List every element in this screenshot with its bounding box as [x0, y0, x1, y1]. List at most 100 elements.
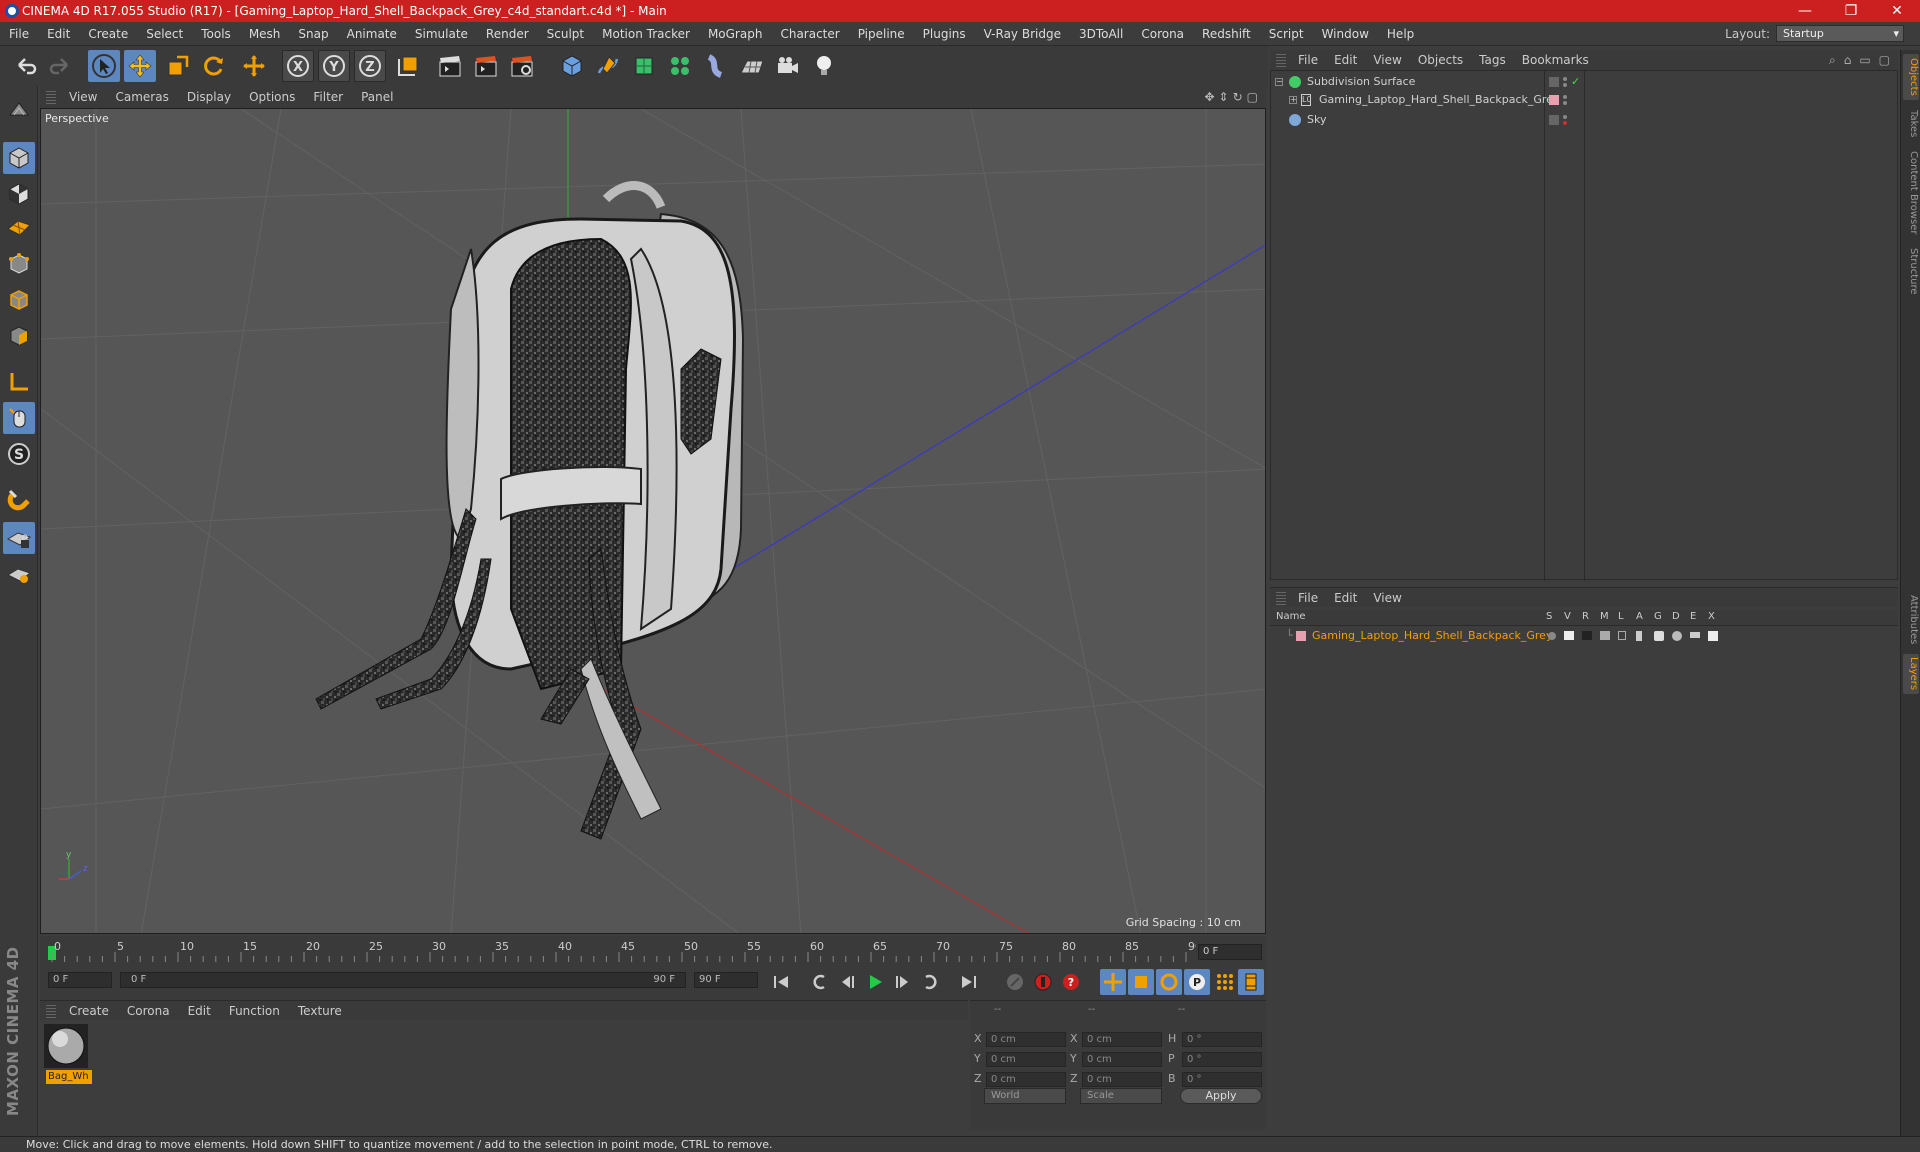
close-button[interactable]: ✕ — [1874, 0, 1920, 22]
coordinate-system-button[interactable] — [392, 50, 424, 82]
size-x-field[interactable]: 0 cm — [1082, 1032, 1162, 1047]
next-frame-button[interactable] — [890, 969, 916, 995]
rot-h-field[interactable]: 0 ° — [1182, 1032, 1262, 1047]
edges-mode-button[interactable] — [3, 284, 35, 316]
texture-mode-button[interactable] — [3, 178, 35, 210]
make-editable-button[interactable] — [3, 94, 35, 126]
apply-button[interactable]: Apply — [1180, 1088, 1262, 1104]
render-settings-button[interactable] — [506, 50, 538, 82]
key-position-button[interactable] — [1100, 969, 1126, 995]
layer-xref-icon[interactable] — [1708, 631, 1718, 641]
record-keys-button[interactable] — [1002, 969, 1028, 995]
redo-button[interactable] — [44, 50, 76, 82]
menu-render[interactable]: Render — [477, 27, 538, 41]
home-icon[interactable]: ⌂ — [1844, 53, 1852, 68]
visibility-render-dot[interactable] — [1563, 83, 1567, 87]
frame-range-slider[interactable]: 0 F 90 F — [120, 972, 686, 988]
polygons-mode-button[interactable] — [3, 320, 35, 352]
start-frame-field[interactable]: 0 F — [48, 972, 112, 988]
transform-mode-dropdown[interactable]: Scale — [1080, 1088, 1162, 1104]
timeline-window-button[interactable] — [1238, 969, 1264, 995]
snap-button[interactable]: S — [3, 438, 35, 470]
add-light-button[interactable] — [808, 50, 840, 82]
layer-tag-icon[interactable] — [1549, 115, 1559, 125]
layer-animation-icon[interactable] — [1636, 631, 1642, 641]
locked-workplane-button[interactable] — [3, 522, 35, 554]
object-row-backpack[interactable]: + L0 Gaming_Laptop_Hard_Shell_Backpack_G… — [1271, 91, 1898, 109]
frame-ruler[interactable]: 0 5 10 15 20 25 30 35 40 45 50 55 60 65 70 75 80 85 90 — [48, 938, 1196, 964]
add-spline-button[interactable] — [592, 50, 624, 82]
end-frame-field[interactable]: 90 F — [694, 972, 758, 988]
axis-mode-button[interactable] — [3, 366, 35, 398]
points-mode-button[interactable] — [3, 248, 35, 280]
maximize-view-icon[interactable]: ▢ — [1247, 90, 1258, 104]
key-scale-button[interactable] — [1128, 969, 1154, 995]
layer-menu-file[interactable]: File — [1290, 591, 1326, 605]
key-parameter-button[interactable]: P — [1184, 969, 1210, 995]
rotate-tool-button[interactable] — [198, 50, 230, 82]
menu-pipeline[interactable]: Pipeline — [849, 27, 914, 41]
timeline-ruler[interactable]: 0 5 10 15 20 25 30 35 40 45 50 55 60 65 70 75 80 85 90 0 F — [40, 936, 1266, 966]
pos-x-field[interactable]: 0 cm — [986, 1032, 1066, 1047]
menu-mesh[interactable]: Mesh — [240, 27, 290, 41]
menu-help[interactable]: Help — [1378, 27, 1423, 41]
menu-create[interactable]: Create — [79, 27, 137, 41]
layer-visible-eye-icon[interactable] — [1564, 631, 1574, 640]
menu-vray-bridge[interactable]: V-Ray Bridge — [975, 27, 1070, 41]
model-mode-button[interactable] — [3, 142, 35, 174]
menu-script[interactable]: Script — [1260, 27, 1313, 41]
orbit-view-icon[interactable]: ↻ — [1233, 90, 1243, 104]
layer-generator-icon[interactable] — [1654, 631, 1664, 641]
menu-corona[interactable]: Corona — [1132, 27, 1193, 41]
collapse-toggle-icon[interactable]: − — [1275, 78, 1283, 86]
scale-tool-button[interactable] — [162, 50, 194, 82]
material-menu-corona[interactable]: Corona — [118, 1004, 179, 1018]
menu-simulate[interactable]: Simulate — [406, 27, 477, 41]
y-axis-lock-button[interactable]: Y — [318, 50, 350, 82]
layer-row[interactable]: └ Gaming_Laptop_Hard_Shell_Backpack_Grey — [1270, 628, 1897, 644]
go-to-end-button[interactable] — [956, 969, 982, 995]
viewport-menu-filter[interactable]: Filter — [304, 90, 352, 104]
menu-select[interactable]: Select — [137, 27, 192, 41]
material-menu-edit[interactable]: Edit — [179, 1004, 220, 1018]
object-menu-objects[interactable]: Objects — [1410, 53, 1471, 67]
object-menu-file[interactable]: File — [1290, 53, 1326, 67]
search-icon[interactable]: ⌕ — [1829, 53, 1836, 68]
material-menu-function[interactable]: Function — [220, 1004, 289, 1018]
maximize-button[interactable]: ❐ — [1828, 0, 1874, 22]
render-to-picture-viewer-button[interactable] — [470, 50, 502, 82]
menu-animate[interactable]: Animate — [338, 27, 406, 41]
enabled-check-icon[interactable]: ✓ — [1571, 73, 1580, 91]
object-row-subdivision-surface[interactable]: − Subdivision Surface ✓ — [1271, 73, 1898, 91]
layer-solo-toggle[interactable] — [1548, 632, 1556, 640]
layer-tag-icon[interactable] — [1549, 77, 1559, 87]
current-frame-field[interactable]: 0 F — [1198, 944, 1262, 960]
material-menu-texture[interactable]: Texture — [289, 1004, 351, 1018]
add-mograph-button[interactable] — [664, 50, 696, 82]
menu-file[interactable]: File — [0, 27, 38, 41]
tab-layers[interactable]: Layers — [1903, 654, 1919, 694]
menu-motion-tracker[interactable]: Motion Tracker — [593, 27, 699, 41]
pos-y-field[interactable]: 0 cm — [986, 1052, 1066, 1067]
menu-window[interactable]: Window — [1313, 27, 1378, 41]
layer-deformer-icon[interactable] — [1672, 631, 1682, 641]
previous-key-button[interactable] — [806, 969, 832, 995]
size-z-field[interactable]: 0 cm — [1082, 1072, 1162, 1087]
move-tool-button[interactable] — [124, 50, 156, 82]
maximize-panel-icon[interactable]: ▢ — [1879, 53, 1890, 68]
workplane-mode-button[interactable] — [3, 210, 35, 242]
perspective-viewport[interactable]: y z Perspective Grid Spacing : 10 cm — [40, 108, 1266, 934]
add-cube-button[interactable] — [556, 50, 588, 82]
minimize-button[interactable]: — — [1782, 0, 1828, 22]
previous-frame-button[interactable] — [834, 969, 860, 995]
menu-plugins[interactable]: Plugins — [914, 27, 975, 41]
viewport-menu-display[interactable]: Display — [178, 90, 240, 104]
viewport-menu-panel[interactable]: Panel — [352, 90, 402, 104]
material-menu-create[interactable]: Create — [60, 1004, 118, 1018]
render-view-button[interactable] — [434, 50, 466, 82]
menu-snap[interactable]: Snap — [289, 27, 337, 41]
layer-color-swatch[interactable] — [1296, 631, 1306, 641]
key-rotation-button[interactable] — [1156, 969, 1182, 995]
layer-menu-view[interactable]: View — [1365, 591, 1409, 605]
add-floor-button[interactable] — [736, 50, 768, 82]
